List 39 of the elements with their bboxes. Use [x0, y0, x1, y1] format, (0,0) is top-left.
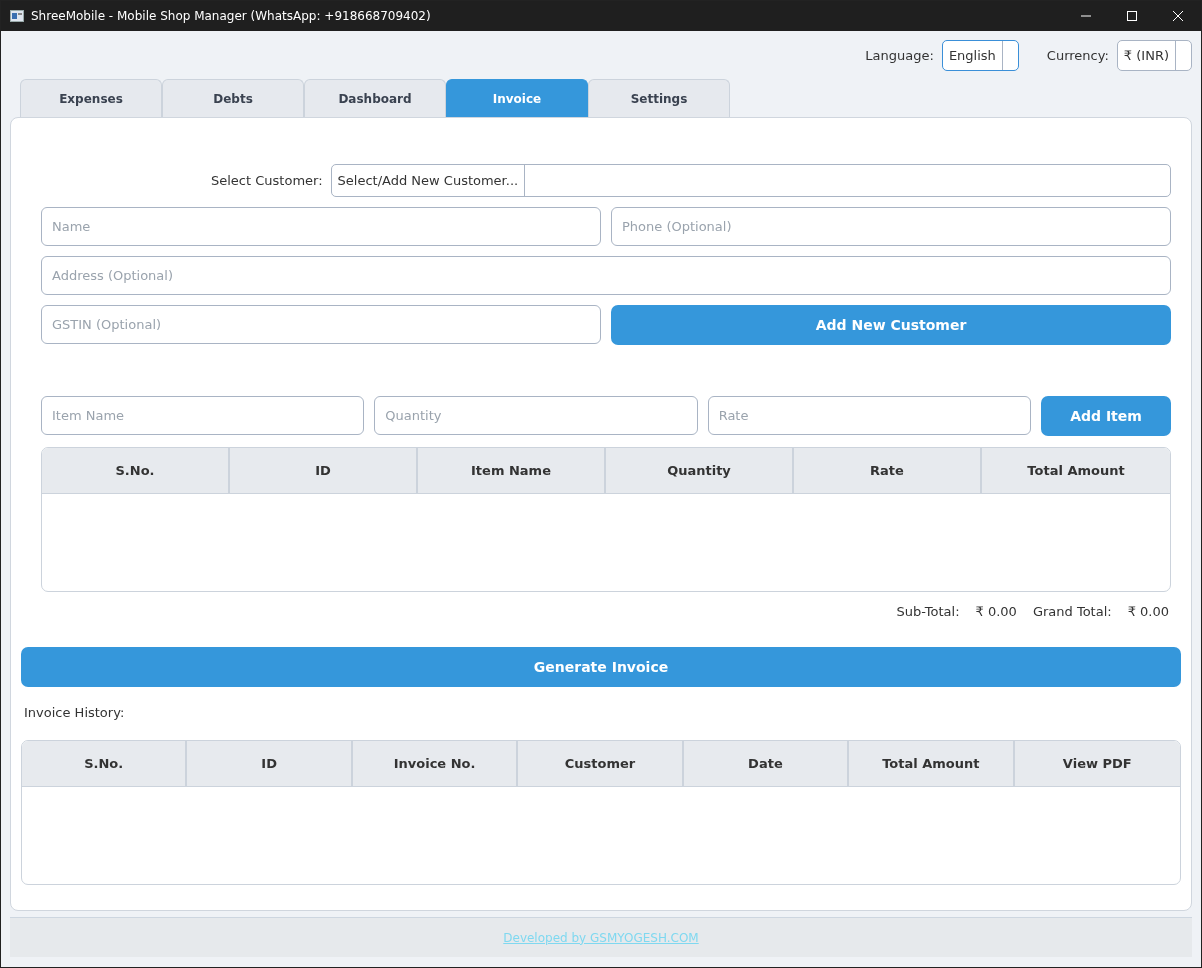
- column-header[interactable]: S.No.: [22, 741, 188, 786]
- language-label: Language:: [865, 47, 934, 63]
- tab[interactable]: Debts: [162, 79, 304, 117]
- column-header[interactable]: ID: [187, 741, 353, 786]
- maximize-icon[interactable]: [1127, 11, 1137, 21]
- tab[interactable]: Dashboard: [304, 79, 446, 117]
- column-header[interactable]: ID: [230, 448, 418, 493]
- column-header[interactable]: Total Amount: [982, 448, 1170, 493]
- currency-dropdown[interactable]: ₹ (INR): [1116, 39, 1192, 71]
- gstin-field[interactable]: GSTIN (Optional): [41, 305, 601, 344]
- language-dropdown[interactable]: English: [941, 39, 1019, 71]
- tab[interactable]: Settings: [588, 79, 730, 117]
- column-header[interactable]: Customer: [518, 741, 684, 786]
- sub-total-value: ₹ 0.00: [975, 604, 1017, 619]
- currency-label: Currency:: [1046, 47, 1109, 63]
- column-header[interactable]: View PDF: [1014, 741, 1180, 786]
- tab[interactable]: Expenses: [20, 79, 162, 117]
- column-header[interactable]: Item Name: [418, 448, 606, 493]
- column-header[interactable]: Total Amount: [849, 741, 1015, 786]
- quantity-field[interactable]: Quantity: [374, 396, 698, 435]
- select-customer-label: Select Customer:: [211, 173, 323, 188]
- column-header[interactable]: Rate: [794, 448, 982, 493]
- address-field[interactable]: Address (Optional): [41, 256, 1171, 295]
- close-icon[interactable]: [1173, 11, 1183, 21]
- grand-total-value: ₹ 0.00: [1127, 604, 1169, 619]
- column-header[interactable]: Quantity: [606, 448, 794, 493]
- column-header[interactable]: Invoice No.: [352, 741, 519, 786]
- app-icon: [10, 10, 24, 22]
- rate-field[interactable]: Rate: [707, 396, 1031, 435]
- phone-field[interactable]: Phone (Optional): [611, 207, 1171, 246]
- sub-total-label: Sub-Total:: [896, 604, 960, 619]
- name-field[interactable]: Name: [41, 207, 601, 246]
- window-title: ShreeMobile - Mobile Shop Manager (WhatsApp: +918668709402): [31, 9, 431, 23]
- grand-total-label: Grand Total:: [1032, 604, 1112, 619]
- invoice-history-label: Invoice History:: [24, 705, 126, 720]
- item-name-field[interactable]: Item Name: [41, 396, 365, 435]
- column-header[interactable]: Date: [683, 741, 850, 786]
- column-header[interactable]: S.No.: [42, 448, 230, 493]
- customer-dropdown[interactable]: Select/Add New Customer...: [330, 164, 1171, 197]
